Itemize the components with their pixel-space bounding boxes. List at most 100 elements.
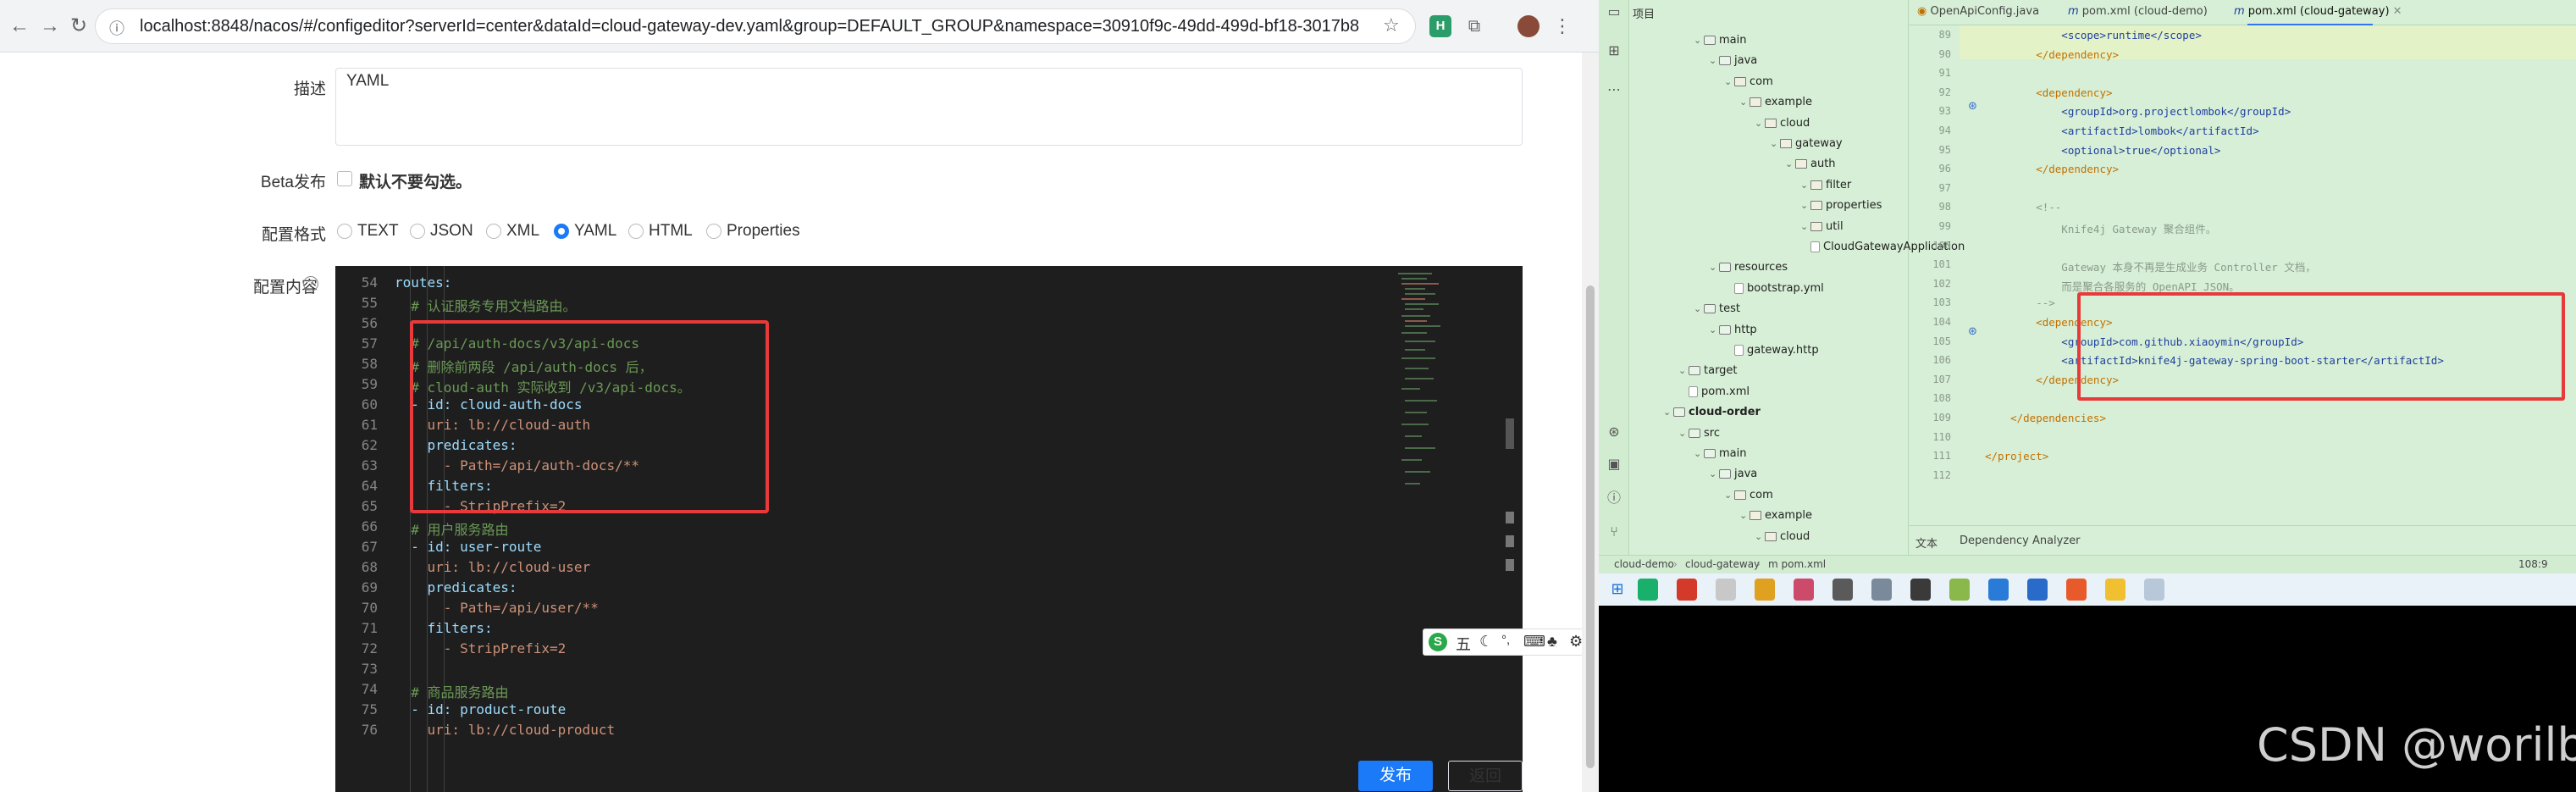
tree-item[interactable]: ⌄ cloud [1755,117,1810,130]
tree-item[interactable]: ⌄ cloud-order [1663,406,1761,418]
page-scrollbar[interactable] [1582,53,1599,792]
tree-item[interactable]: ⌄ target [1678,364,1738,377]
chevron-icon[interactable]: ⌄ [1755,118,1765,129]
app-icon-3[interactable] [1716,579,1736,601]
extension-h-icon[interactable]: H [1429,15,1451,37]
chevron-icon[interactable]: ⌄ [1678,428,1689,439]
tree-item[interactable]: ⌄ util [1800,220,1844,233]
app-icon-9[interactable] [1949,579,1970,601]
tree-item[interactable]: ⌄ main [1694,34,1746,47]
tree-item[interactable]: ⌄ cloud [1755,530,1810,543]
tree-item[interactable]: ⌄ com [1724,489,1773,501]
chevron-icon[interactable]: ⌄ [1755,531,1765,542]
tab-openapiconfig[interactable]: ◉ OpenApiConfig.java [1917,5,2039,18]
breadcrumb-1[interactable]: cloud-demo [1614,558,1674,570]
beta-checkbox[interactable] [337,171,352,186]
tree-item[interactable]: ⌄ example [1739,96,1812,108]
breadcrumb-3[interactable]: m pom.xml [1768,558,1826,570]
back-button[interactable]: 返回 [1448,761,1523,791]
app-icon-10[interactable] [1988,579,2009,601]
menu-icon[interactable]: ⋮ [1550,14,1575,39]
breadcrumb-2[interactable]: cloud-gateway [1685,558,1760,570]
app-icon-11[interactable] [2027,579,2048,601]
extensions-puzzle-icon[interactable]: ⧉ [1462,14,1487,39]
bookmark-star-icon[interactable]: ☆ [1383,14,1400,36]
tab-pom-demo[interactable]: m pom.xml (cloud-demo) [2068,5,2208,18]
chevron-icon[interactable]: ⌄ [1800,200,1810,211]
keyboard-icon[interactable]: ⌨ [1523,633,1545,651]
moon-icon[interactable]: ☾ [1479,633,1493,651]
git-icon[interactable]: ⑂ [1606,523,1622,540]
tree-item[interactable]: ⌄ filter [1800,179,1851,191]
tree-item[interactable]: ⌄ java [1709,54,1757,67]
ime-toolbar[interactable]: S 五 ☾ °, ⌨ ♣ ⚙ [1423,629,1592,656]
tree-item[interactable]: ⌄ properties [1800,199,1882,212]
tree-item[interactable]: ⌄ gateway [1770,137,1843,150]
radio-xml[interactable] [486,224,501,239]
chevron-icon[interactable]: ⌄ [1770,138,1780,149]
chevron-icon[interactable]: ⌄ [1709,55,1719,66]
help-icon[interactable]: ? [303,276,318,291]
reload-icon[interactable]: ↻ [66,14,91,39]
radio-properties[interactable] [706,224,721,239]
chevron-icon[interactable]: ⌄ [1709,324,1719,335]
radio-yaml[interactable] [554,224,569,239]
gutter-icon[interactable]: ⊛ [1968,325,1977,338]
windows-start-icon[interactable]: ⊞ [1607,579,1628,601]
ime-punct[interactable]: °, [1501,633,1510,647]
chevron-icon[interactable]: ⌄ [1678,365,1689,376]
chevron-icon[interactable]: ⌄ [1694,448,1704,459]
tree-item[interactable]: ⌄ src [1678,427,1720,440]
app-icon-12[interactable] [2066,579,2087,601]
app-icon-1[interactable] [1638,579,1658,601]
radio-text[interactable] [337,224,352,239]
terminal-icon[interactable]: ▣ [1606,456,1622,473]
tree-item[interactable]: gateway.http [1724,344,1819,357]
chevron-icon[interactable]: ⌄ [1724,76,1734,87]
chevron-icon[interactable]: ⌄ [1694,35,1704,46]
services-icon[interactable]: ⊛ [1606,424,1622,440]
app-icon-7[interactable] [1871,579,1892,601]
publish-button[interactable]: 发布 [1358,761,1433,791]
tree-item[interactable]: ⌄ test [1694,302,1740,315]
back-arrow-icon[interactable]: ← [7,14,32,39]
folder-icon[interactable]: ▭ [1606,3,1622,20]
ime-mode[interactable]: 五 [1456,633,1471,655]
structure-icon[interactable]: ⊞ [1606,42,1622,59]
site-info-icon[interactable]: ⓘ [109,17,124,39]
chevron-icon[interactable]: ⌄ [1709,468,1719,479]
radio-json[interactable] [410,224,425,239]
app-icon-4[interactable] [1755,579,1775,601]
tree-item[interactable]: ⌄ main [1694,447,1746,460]
editor-minimap[interactable] [1398,273,1449,527]
more-icon[interactable]: ⋯ [1606,81,1622,98]
problems-icon[interactable]: ⓘ [1606,490,1622,507]
chevron-icon[interactable]: ⌄ [1724,490,1734,501]
gutter-icon[interactable]: ⊛ [1968,100,1977,113]
app-icon-2[interactable] [1677,579,1697,601]
tab-pom-gateway[interactable]: m pom.xml (cloud-gateway) ✕ [2234,5,2402,18]
tree-item[interactable]: ⌄ com [1724,75,1773,88]
chevron-icon[interactable]: ⌄ [1800,221,1810,232]
chevron-icon[interactable]: ⌄ [1800,180,1810,191]
xml-editor[interactable]: 89 <scope>runtime</scope> 90 </dependency… [1909,25,2576,534]
url-input[interactable]: ⓘ localhost:8848/nacos/#/configeditor?se… [95,8,1416,44]
forward-arrow-icon[interactable]: → [37,14,63,39]
desc-textarea[interactable]: YAML [335,68,1523,146]
app-icon-5[interactable] [1794,579,1814,601]
chevron-icon[interactable]: ⌄ [1739,510,1750,521]
tree-item[interactable]: pom.xml [1678,385,1750,398]
app-icon-8[interactable] [1910,579,1931,601]
profile-avatar[interactable] [1517,15,1540,37]
tree-item[interactable]: ⌄ auth [1785,158,1836,170]
ime-logo-icon[interactable]: S [1429,633,1447,651]
radio-html[interactable] [628,224,644,239]
tree-item[interactable]: bootstrap.yml [1724,282,1824,295]
tree-item[interactable]: ⌄ java [1709,468,1757,480]
settings-icon[interactable]: ⚙ [1569,633,1583,651]
chevron-icon[interactable]: ⌄ [1709,262,1719,273]
tab-dependency-analyzer[interactable]: Dependency Analyzer [1960,534,2081,547]
chevron-icon[interactable]: ⌄ [1785,158,1795,169]
editor-scroll-thumb[interactable] [1506,418,1514,449]
skin-icon[interactable]: ♣ [1547,633,1557,651]
